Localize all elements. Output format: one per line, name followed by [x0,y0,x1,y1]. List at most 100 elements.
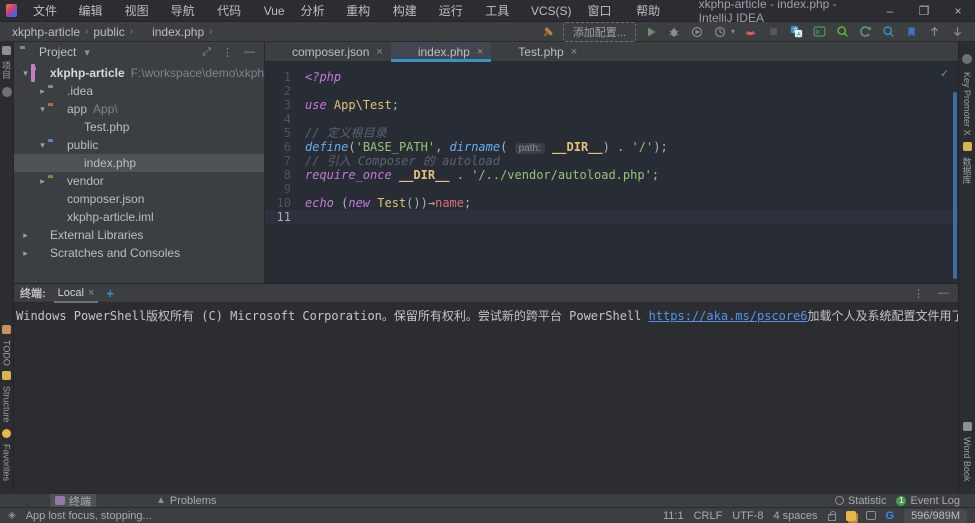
layers-icon[interactable]: ◈ [8,510,16,521]
close-icon[interactable]: × [571,46,577,58]
database-stripe-icon[interactable] [963,142,972,151]
lock-icon[interactable] [828,514,836,521]
breadcrumb-item[interactable]: public [93,25,124,39]
stop-icon[interactable] [765,24,781,40]
editor-scrollbar[interactable] [953,92,957,279]
tree-arrow-icon[interactable]: ▸ [20,248,31,259]
close-icon[interactable]: × [477,46,483,58]
google-icon[interactable]: G [886,510,895,522]
toolwindow-button-terminal[interactable]: 终端 [50,494,96,508]
terminal-output[interactable]: Windows PowerShell版权所有 (C) Microsoft Cor… [14,303,958,323]
todo-stripe-icon[interactable] [2,325,11,334]
terminal-more-icon[interactable]: ⋮ [910,287,927,300]
menu-item[interactable]: 运行(U) [431,0,478,22]
arrow-down-icon[interactable] [949,24,965,40]
inspection-ok-icon[interactable]: ✓ [941,66,948,80]
tree-item-app[interactable]: ▾appApp\ [14,100,264,118]
collapse-all-icon[interactable]: ⤢ [199,46,214,59]
new-terminal-button[interactable]: + [106,286,114,301]
bookmark-icon[interactable] [903,24,919,40]
terminal-tab-local[interactable]: Local× [54,284,99,303]
hide-panel-icon[interactable]: — [241,46,258,58]
tree-arrow-icon[interactable]: ▾ [37,140,48,151]
tree-arrow-icon[interactable]: ▸ [37,176,48,187]
translate-icon[interactable]: 文A [788,24,804,40]
build-hammer-icon[interactable] [540,24,556,40]
refresh-icon[interactable] [857,24,873,40]
tree-arrow-icon[interactable]: ▾ [20,68,31,79]
profiler-icon[interactable] [712,24,728,40]
tree-item-test-php[interactable]: Test.php [14,118,264,136]
tree-item-xkphp-article[interactable]: ▾xkphp-articleF:\workspace\demo\xkphp-ar… [14,64,264,82]
favorites-star-icon[interactable] [2,429,11,438]
debug-icon[interactable] [666,24,682,40]
word-book-icon[interactable] [963,422,972,431]
robot-icon[interactable] [866,511,876,520]
project-panel-title[interactable]: Project [39,45,76,59]
terminal-minimize-icon[interactable]: — [935,287,952,299]
profiler-dropdown-icon[interactable]: ▾ [731,27,735,36]
chevron-down-icon[interactable]: ▾ [81,46,93,59]
stripe-button-key-promoter[interactable]: Key Promoter X [962,72,972,136]
structure-stripe-icon[interactable] [2,371,11,380]
editor-tab-composer-json[interactable]: composer.json× [265,42,391,61]
tree-arrow-icon[interactable]: ▸ [20,230,31,241]
menu-item[interactable]: 工具(T) [477,0,523,22]
caret-position[interactable]: 11:1 [663,510,684,522]
stripe-button-word-book[interactable]: Word Book [962,437,972,481]
close-icon[interactable]: × [88,287,94,299]
stripe-button-favorites[interactable]: Favorites [2,444,12,481]
toolwindow-button-statistic[interactable]: Statistic [830,494,892,508]
stripe-button-database[interactable]: 数据库 [961,157,974,184]
project-stripe-icon[interactable] [2,46,11,55]
close-button[interactable]: × [941,0,975,22]
menu-item[interactable]: 文件(F) [25,0,71,22]
editor-tab-test-php[interactable]: Test.php× [491,42,585,61]
line-ending-indicator[interactable]: CRLF [694,510,723,522]
indent-indicator[interactable]: 4 spaces [773,510,817,522]
code-editor[interactable]: ✓ 1<?php23use App\Test;45// 定义根目录6define… [265,62,958,283]
maximize-button[interactable]: ❐ [907,0,941,22]
toolwindow-button-problems[interactable]: ▲ Problems [151,494,221,508]
menu-item[interactable]: VCS(S) [523,0,580,22]
menu-item[interactable]: 窗口(W) [580,0,629,22]
toolwindow-button-event-log[interactable]: 1 Event Log [891,494,965,508]
menu-item[interactable]: Vue [256,0,293,22]
tree-item-scratches-and-consoles[interactable]: ▸Scratches and Consoles [14,244,264,262]
minimize-button[interactable]: – [873,0,907,22]
search-blue-icon[interactable] [880,24,896,40]
menu-item[interactable]: 重构(R) [338,0,385,22]
tree-item-index-php[interactable]: index.php [14,154,264,172]
close-icon[interactable]: × [376,46,382,58]
editor-tab-index-php[interactable]: index.php× [391,42,491,61]
tree-item-vendor[interactable]: ▸vendor [14,172,264,190]
tree-item-external-libraries[interactable]: ▸External Libraries [14,226,264,244]
tree-item-composer-json[interactable]: composer.json [14,190,264,208]
menu-item[interactable]: 导航(N) [163,0,210,22]
attach-debugger-icon[interactable] [742,24,758,40]
menu-item[interactable]: 帮助(H) [628,0,675,22]
breadcrumb-item[interactable]: index.php [152,25,204,39]
search-green-icon[interactable] [834,24,850,40]
stripe-button-structure[interactable]: Structure [2,386,12,423]
more-options-icon[interactable]: ⋮ [219,46,236,59]
console-icon[interactable] [811,24,827,40]
stripe-button-project[interactable]: 项目 [0,61,13,79]
menu-item[interactable]: 代码(C) [209,0,256,22]
stripe-button-todo[interactable]: TODO [2,340,12,366]
menu-item[interactable]: 编辑(E) [71,0,117,22]
menu-item[interactable]: 分析(Z) [293,0,339,22]
run-configuration-selector[interactable]: 添加配置... [563,22,636,42]
tree-item--idea[interactable]: ▸.idea [14,82,264,100]
breadcrumb-item[interactable]: xkphp-article [12,25,80,39]
run-with-coverage-icon[interactable] [689,24,705,40]
tree-arrow-icon[interactable]: ▸ [37,86,48,97]
tree-item-xkphp-article-iml[interactable]: xkphp-article.iml [14,208,264,226]
arrow-up-icon[interactable] [926,24,942,40]
run-icon[interactable] [643,24,659,40]
translation-plugin-icon[interactable] [846,511,856,521]
menu-item[interactable]: 视图(V) [117,0,163,22]
tree-arrow-icon[interactable]: ▾ [37,104,48,115]
tree-item-public[interactable]: ▾public [14,136,264,154]
encoding-indicator[interactable]: UTF-8 [732,510,763,522]
